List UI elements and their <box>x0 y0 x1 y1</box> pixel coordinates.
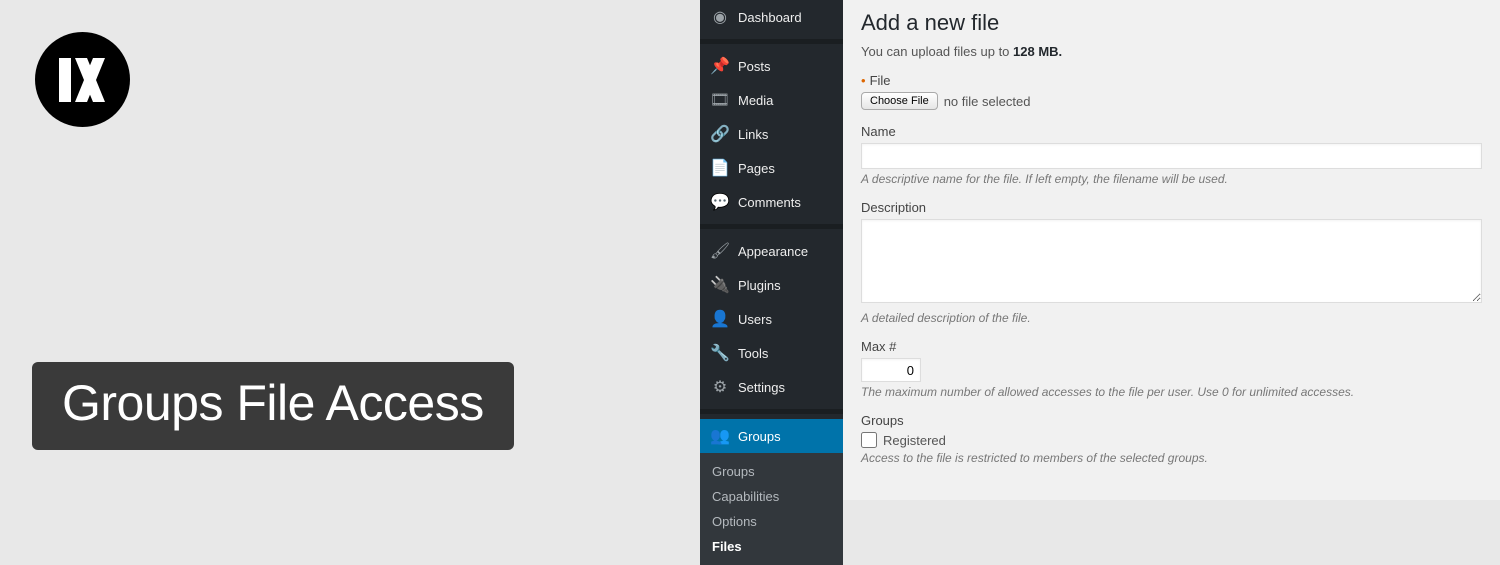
sidebar-item-pages[interactable]: 📄 Pages <box>700 151 843 185</box>
sidebar-item-label: Settings <box>738 380 785 395</box>
group-checkbox-registered[interactable] <box>861 432 877 448</box>
sidebar-item-label: Posts <box>738 59 771 74</box>
upload-hint: You can upload files up to 128 MB. <box>861 44 1482 59</box>
max-input[interactable] <box>861 358 921 382</box>
admin-content: Add a new file You can upload files up t… <box>843 0 1500 500</box>
sidebar-item-appearance[interactable]: 🖌 Appearance <box>700 234 843 268</box>
menu-separator <box>700 409 843 414</box>
sidebar-item-users[interactable]: 👤 Users <box>700 302 843 336</box>
submenu-capabilities[interactable]: Capabilities <box>700 484 843 509</box>
sidebar-item-posts[interactable]: 📌 Posts <box>700 49 843 83</box>
upload-hint-strong: 128 MB. <box>1013 44 1062 59</box>
sidebar-item-label: Groups <box>738 429 781 444</box>
media-icon: 🎞 <box>710 90 730 110</box>
description-label: Description <box>861 200 1482 215</box>
required-star-icon: • <box>861 73 866 88</box>
sidebar-item-settings[interactable]: ⚙ Settings <box>700 370 843 404</box>
description-help: A detailed description of the file. <box>861 311 1482 325</box>
sidebar-item-comments[interactable]: 💬 Comments <box>700 185 843 219</box>
submenu-groups[interactable]: Groups <box>700 459 843 484</box>
groups-submenu: Groups Capabilities Options Files <box>700 453 843 565</box>
menu-separator <box>700 39 843 44</box>
upload-hint-prefix: You can upload files up to <box>861 44 1013 59</box>
sidebar-item-media[interactable]: 🎞 Media <box>700 83 843 117</box>
settings-icon: ⚙ <box>710 377 730 397</box>
description-field: Description A detailed description of th… <box>861 200 1482 325</box>
sidebar-item-label: Comments <box>738 195 801 210</box>
name-help: A descriptive name for the file. If left… <box>861 172 1482 186</box>
brand-logo <box>35 32 130 127</box>
name-field: Name A descriptive name for the file. If… <box>861 124 1482 186</box>
users-icon: 👤 <box>710 309 730 329</box>
sidebar-item-label: Users <box>738 312 772 327</box>
comments-icon: 💬 <box>710 192 730 212</box>
groups-label: Groups <box>861 413 1482 428</box>
sidebar-item-label: Plugins <box>738 278 781 293</box>
sidebar-item-groups[interactable]: 👥 Groups <box>700 419 843 453</box>
brand-logo-icon <box>53 50 113 110</box>
max-help: The maximum number of allowed accesses t… <box>861 385 1482 399</box>
groups-help: Access to the file is restricted to memb… <box>861 451 1482 465</box>
dashboard-icon: ◉ <box>710 7 730 27</box>
sidebar-item-tools[interactable]: 🔧 Tools <box>700 336 843 370</box>
file-status: no file selected <box>944 94 1031 109</box>
promo-title: Groups File Access <box>32 362 514 450</box>
groups-icon: 👥 <box>710 426 730 446</box>
description-input[interactable] <box>861 219 1482 303</box>
sidebar-item-label: Links <box>738 127 768 142</box>
sidebar-item-dashboard[interactable]: ◉ Dashboard <box>700 0 843 34</box>
group-option[interactable]: Registered <box>861 432 1482 448</box>
tools-icon: 🔧 <box>710 343 730 363</box>
max-field: Max # The maximum number of allowed acce… <box>861 339 1482 399</box>
page-title: Add a new file <box>861 10 1482 36</box>
sidebar-item-label: Dashboard <box>738 10 802 25</box>
sidebar-item-label: Media <box>738 93 773 108</box>
submenu-files[interactable]: Files <box>700 534 843 559</box>
choose-file-button[interactable]: Choose File <box>861 92 938 110</box>
brush-icon: 🖌 <box>710 241 730 261</box>
sidebar-item-plugins[interactable]: 🔌 Plugins <box>700 268 843 302</box>
link-icon: 🔗 <box>710 124 730 144</box>
group-option-label: Registered <box>883 433 946 448</box>
sidebar-item-label: Pages <box>738 161 775 176</box>
file-field: • File Choose File no file selected <box>861 73 1482 110</box>
menu-separator <box>700 224 843 229</box>
wp-admin-panel: ◉ Dashboard 📌 Posts 🎞 Media 🔗 Links 📄 Pa… <box>700 0 1500 500</box>
max-label: Max # <box>861 339 1482 354</box>
file-label: • File <box>861 73 1482 88</box>
plug-icon: 🔌 <box>710 275 730 295</box>
sidebar-item-label: Tools <box>738 346 768 361</box>
name-input[interactable] <box>861 143 1482 169</box>
file-label-text: File <box>870 73 891 88</box>
admin-sidebar: ◉ Dashboard 📌 Posts 🎞 Media 🔗 Links 📄 Pa… <box>700 0 843 500</box>
pages-icon: 📄 <box>710 158 730 178</box>
groups-field: Groups Registered Access to the file is … <box>861 413 1482 465</box>
submenu-options[interactable]: Options <box>700 509 843 534</box>
pin-icon: 📌 <box>710 56 730 76</box>
name-label: Name <box>861 124 1482 139</box>
sidebar-item-label: Appearance <box>738 244 808 259</box>
sidebar-item-links[interactable]: 🔗 Links <box>700 117 843 151</box>
